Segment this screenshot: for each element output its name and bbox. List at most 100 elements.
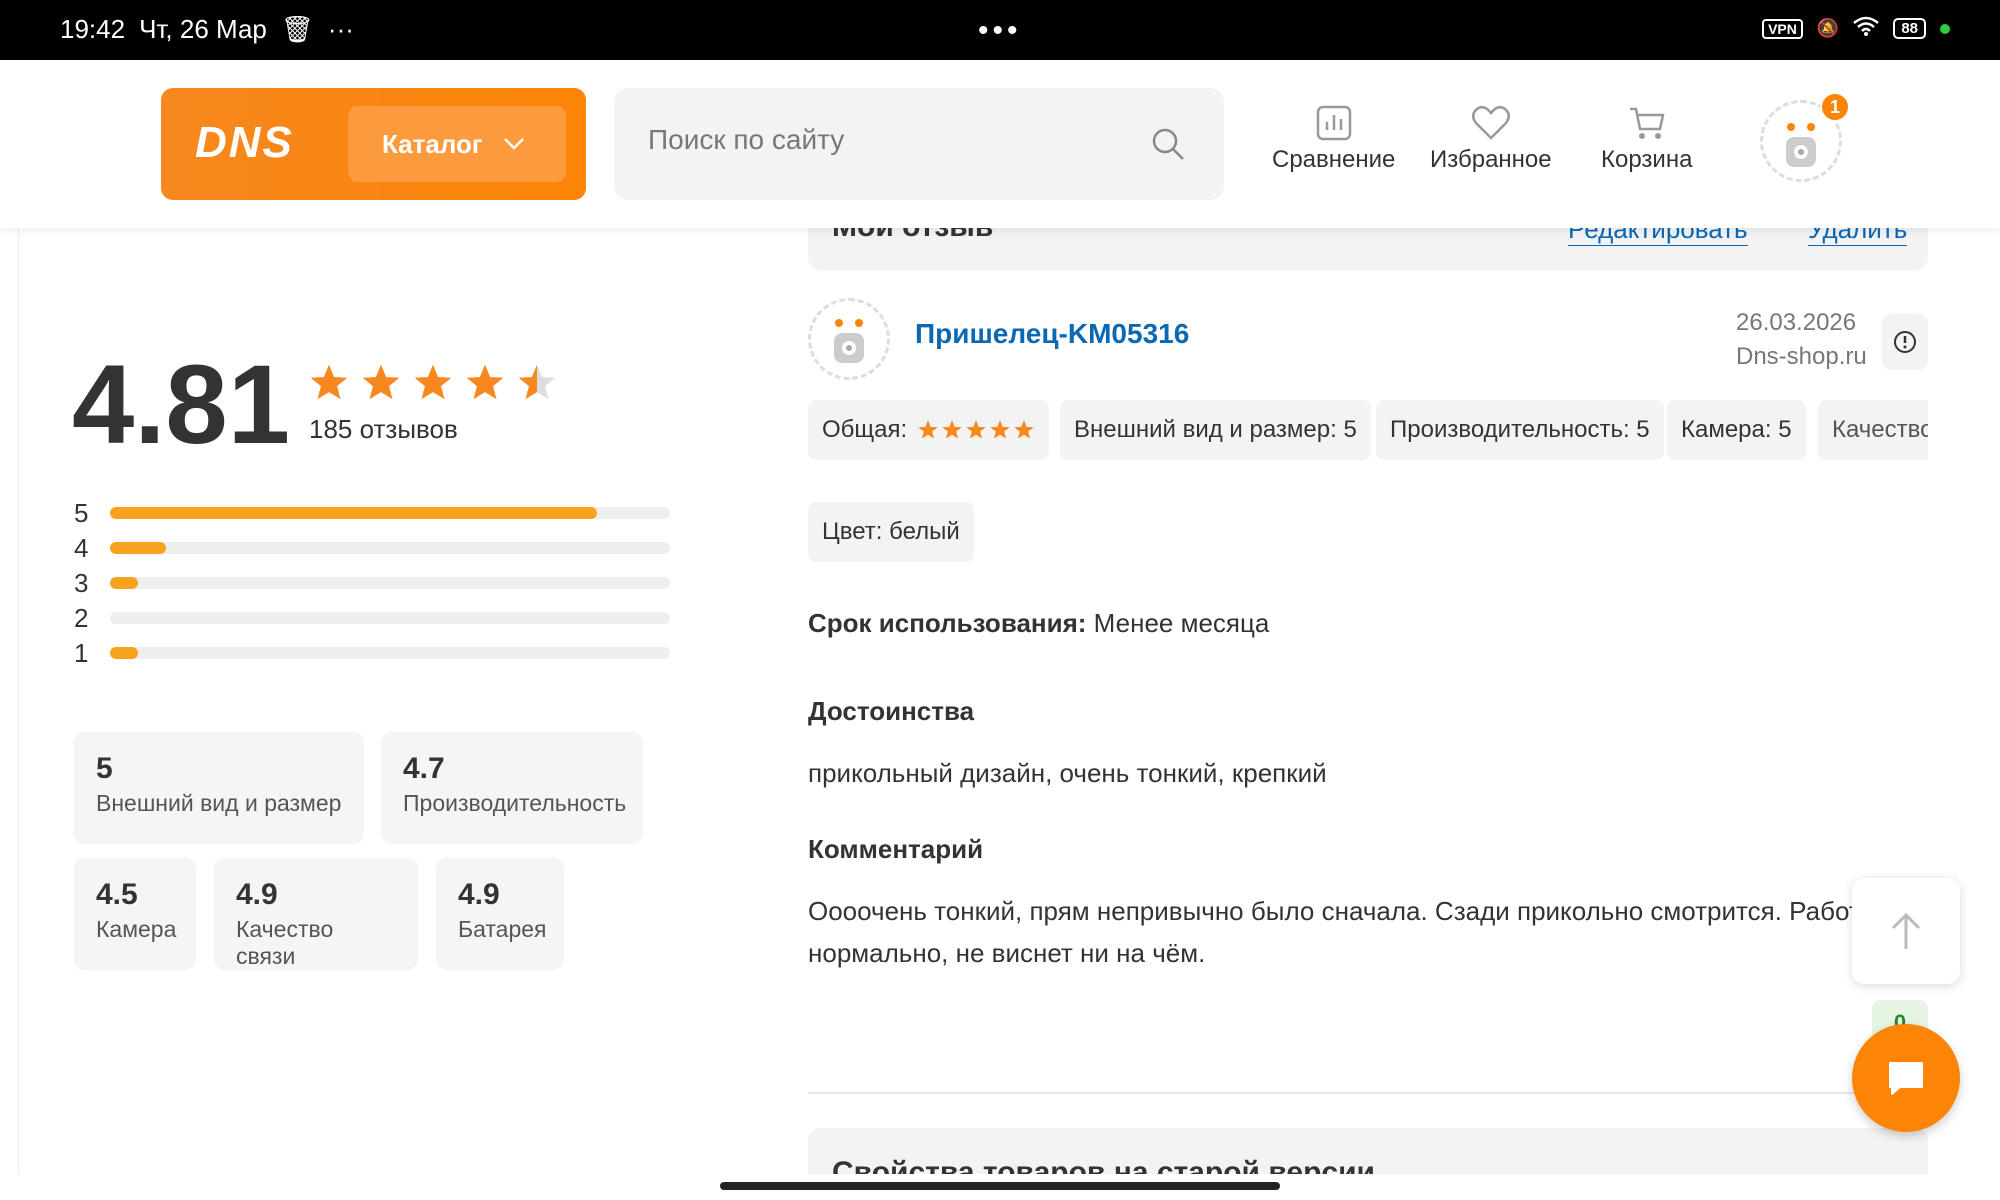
trash-icon: 🗑 — [280, 14, 314, 44]
overall-label: Общая: — [822, 416, 908, 443]
catalog-label: Каталог — [382, 128, 483, 159]
category-label: Производительность — [403, 790, 627, 816]
reviewer-avatar — [808, 298, 890, 380]
status-time: 19:42 — [60, 14, 126, 44]
rating-chips: Общая: Внешний вид и размер: 5 Производи… — [808, 400, 1928, 460]
favorites-label: Избранное — [1430, 146, 1552, 173]
pros-title: Достоинства — [808, 696, 975, 726]
arrow-up-icon — [1891, 912, 1921, 949]
usage-label: Срок использования: — [808, 608, 1087, 638]
chat-button[interactable] — [1852, 1024, 1960, 1132]
status-date: Чт, 26 Мар — [139, 14, 267, 44]
favorites-nav[interactable]: Избранное — [1430, 104, 1552, 174]
reviewer-name[interactable]: Пришелец-KM05316 — [915, 318, 1189, 350]
next-section-card: Свойства товаров на старой версии — [808, 1128, 1928, 1174]
distribution-bar-track — [110, 542, 670, 554]
scroll-to-top-button[interactable] — [1852, 878, 1960, 984]
distribution-bar-fill — [110, 577, 138, 589]
star-icon — [989, 419, 1011, 441]
category-card-battery: 4.9 Батарея — [436, 858, 564, 970]
category-label: Батарея — [458, 916, 547, 942]
category-value: 4.9 — [458, 878, 500, 911]
search-input[interactable] — [648, 124, 1128, 156]
category-label: Внешний вид и размер — [96, 790, 342, 816]
review-info-button[interactable] — [1882, 314, 1928, 370]
chart-icon — [1316, 105, 1351, 141]
distribution-bar-fill — [110, 542, 166, 554]
chip-appearance: Внешний вид и размер: 5 — [1060, 400, 1371, 460]
distribution-stars-label: 4 — [74, 532, 89, 563]
heart-icon — [1471, 105, 1510, 140]
section-divider — [808, 1092, 1928, 1094]
distribution-stars-label: 2 — [74, 602, 89, 633]
info-icon — [1894, 331, 1916, 353]
search-icon[interactable] — [1150, 126, 1186, 162]
distribution-row[interactable]: 4 — [74, 533, 674, 563]
category-value: 4.5 — [96, 878, 138, 911]
distribution-row[interactable]: 5 — [74, 498, 674, 528]
chip-performance: Производительность: 5 — [1376, 400, 1664, 460]
rating-stars — [308, 362, 558, 404]
compare-nav[interactable]: Сравнение — [1272, 104, 1395, 174]
catalog-button[interactable]: Каталог — [348, 106, 566, 182]
vpn-icon: VPN — [1762, 18, 1803, 39]
next-section-title: Свойства товаров на старой версии — [832, 1156, 1375, 1174]
distribution-bar-fill — [110, 647, 138, 659]
distribution-row[interactable]: 2 — [74, 603, 674, 633]
active-dot-icon — [1940, 23, 1950, 34]
star-icon — [1013, 419, 1035, 441]
category-label: Камера — [96, 916, 177, 942]
review-source: Dns-shop.ru — [1736, 343, 1867, 370]
cart-nav[interactable]: Корзина — [1601, 104, 1692, 174]
overall-chip: Общая: — [808, 400, 1050, 460]
profile-avatar[interactable]: 1 — [1760, 92, 1850, 182]
distribution-row[interactable]: 1 — [74, 638, 674, 668]
distribution-bar-fill — [110, 507, 598, 519]
chat-bubble-icon — [1889, 1062, 1923, 1095]
category-card-performance: 4.7 Производительность — [381, 732, 643, 844]
star-icon — [516, 362, 558, 404]
chip-camera: Камера: 5 — [1667, 400, 1806, 460]
color-chip: Цвет: белый — [808, 502, 974, 562]
distribution-bar-track — [110, 647, 670, 659]
alien-avatar-icon — [834, 319, 864, 363]
window-dots[interactable]: ••• — [978, 14, 1022, 48]
cart-icon — [1629, 107, 1665, 139]
average-rating: 4.81 — [72, 342, 290, 467]
distribution-bar-track — [110, 612, 670, 624]
chevron-down-icon — [503, 138, 524, 150]
battery-icon: 88 — [1893, 18, 1926, 39]
search-box — [614, 88, 1224, 200]
category-value: 4.9 — [236, 878, 278, 911]
comment-text: Оооочень тонкий, прям непривычно было сн… — [808, 890, 1900, 974]
compare-label: Сравнение — [1272, 146, 1396, 173]
cart-label: Корзина — [1601, 146, 1693, 173]
column-divider — [18, 228, 19, 1174]
star-icon — [308, 362, 350, 404]
distribution-row[interactable]: 3 — [74, 568, 674, 598]
reviews-count[interactable]: 185 отзывов — [309, 414, 458, 445]
review-meta: 26.03.2026 Dns-shop.ru — [1736, 306, 1867, 374]
distribution-stars-label: 1 — [74, 637, 89, 668]
star-icon — [464, 362, 506, 404]
status-bar: 19:42 Чт, 26 Мар 🗑 ··· ••• VPN 🔕 88 — [0, 0, 2000, 60]
site-header: DNS Каталог Сравнение Избранное Корзина … — [0, 60, 2000, 228]
mute-icon: 🔕 — [1816, 18, 1840, 38]
star-icon — [965, 419, 987, 441]
notification-badge: 1 — [1820, 92, 1850, 122]
star-icon — [412, 362, 454, 404]
gesture-bar[interactable] — [720, 1182, 1280, 1190]
distribution-stars-label: 5 — [74, 497, 89, 528]
category-card-camera: 4.5 Камера — [74, 858, 196, 970]
star-icon — [941, 419, 963, 441]
category-card-connection: 4.9 Качество связи — [214, 858, 418, 970]
more-icon: ··· — [327, 14, 354, 44]
star-icon — [917, 419, 939, 441]
logo-block: DNS Каталог — [161, 88, 586, 200]
overall-stars — [917, 419, 1035, 441]
chip-quality: Качество — [1818, 400, 1928, 460]
category-card-appearance: 5 Внешний вид и размер — [74, 732, 364, 844]
dns-logo[interactable]: DNS — [195, 118, 294, 168]
distribution-bar-track — [110, 577, 670, 589]
distribution-stars-label: 3 — [74, 567, 89, 598]
